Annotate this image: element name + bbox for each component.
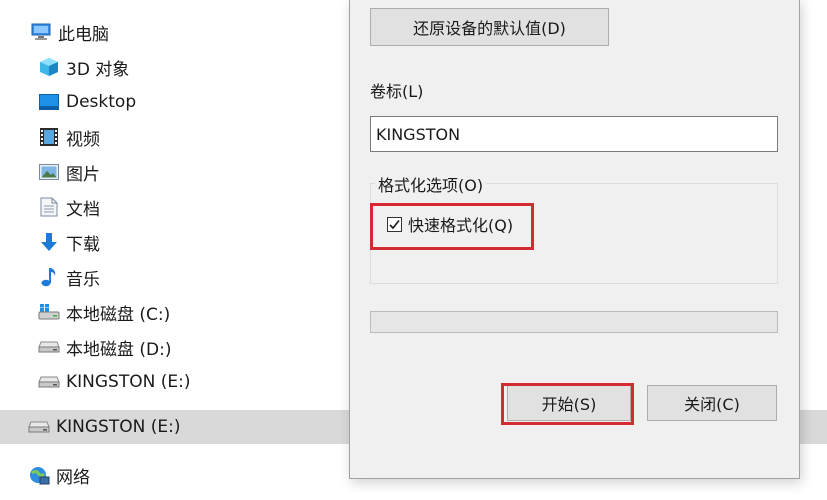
nav-item-label: KINGSTON (E:) [66, 372, 191, 392]
nav-item-label: 下载 [66, 234, 100, 255]
start-button[interactable]: 开始(S) [507, 385, 631, 421]
nav-item-drive-d[interactable]: 本地磁盘 (D:) [38, 333, 172, 361]
nav-item-label: KINGSTON (E:) [56, 417, 181, 437]
nav-item-label: 3D 对象 [66, 59, 130, 80]
nav-item-label: 本地磁盘 (C:) [66, 304, 171, 325]
nav-item-desktop[interactable]: Desktop [38, 88, 136, 116]
nav-item-label: 文档 [66, 199, 100, 220]
documents-icon [38, 196, 60, 218]
format-options-title: 格式化选项(O) [375, 172, 487, 196]
nav-item-label: Desktop [66, 92, 137, 112]
nav-item-kingston[interactable]: KINGSTON (E:) [38, 368, 190, 396]
nav-item-label: 视频 [66, 129, 100, 150]
nav-item-label: 网络 [56, 467, 90, 488]
volume-label-input[interactable]: KINGSTON [370, 116, 778, 152]
this-pc-icon [30, 21, 52, 43]
nav-item-label: 本地磁盘 (D:) [66, 339, 172, 360]
usb-drive-icon [38, 371, 60, 393]
format-progress-bar [370, 311, 778, 333]
nav-item-label: 音乐 [66, 269, 100, 290]
usb-drive-icon [28, 416, 50, 438]
nav-item-label: 图片 [66, 164, 100, 185]
music-icon [38, 266, 60, 288]
nav-item-3d-objects[interactable]: 3D 对象 [38, 53, 129, 81]
desktop-icon [38, 91, 60, 113]
format-dialog: 还原设备的默认值(D) 卷标(L) KINGSTON 格式化选项(O) 快速格式… [349, 0, 800, 479]
nav-item-videos[interactable]: 视频 [38, 123, 100, 151]
nav-item-pictures[interactable]: 图片 [38, 158, 100, 186]
nav-item-documents[interactable]: 文档 [38, 193, 100, 221]
quick-format-checkbox[interactable] [387, 216, 402, 232]
3d-objects-icon [38, 56, 60, 78]
pictures-icon [38, 161, 60, 183]
volume-label-title: 卷标(L) [370, 82, 424, 101]
nav-item-label: 此电脑 [58, 24, 109, 45]
nav-item-music[interactable]: 音乐 [38, 263, 100, 291]
windows-drive-icon [38, 301, 60, 323]
drive-icon [38, 336, 60, 358]
nav-item-this-pc[interactable]: 此电脑 [30, 18, 109, 46]
checkmark-icon [389, 219, 400, 229]
nav-item-network[interactable]: 网络 [28, 461, 90, 489]
close-button[interactable]: 关闭(C) [647, 385, 777, 421]
quick-format-label: 快速格式化(Q) [408, 216, 514, 235]
nav-item-drive-c[interactable]: 本地磁盘 (C:) [38, 298, 170, 326]
downloads-icon [38, 231, 60, 253]
network-icon [28, 464, 50, 486]
restore-defaults-button[interactable]: 还原设备的默认值(D) [370, 8, 609, 46]
videos-icon [38, 126, 60, 148]
nav-item-downloads[interactable]: 下载 [38, 228, 100, 256]
quick-format-option[interactable]: 快速格式化(Q) [387, 212, 513, 236]
